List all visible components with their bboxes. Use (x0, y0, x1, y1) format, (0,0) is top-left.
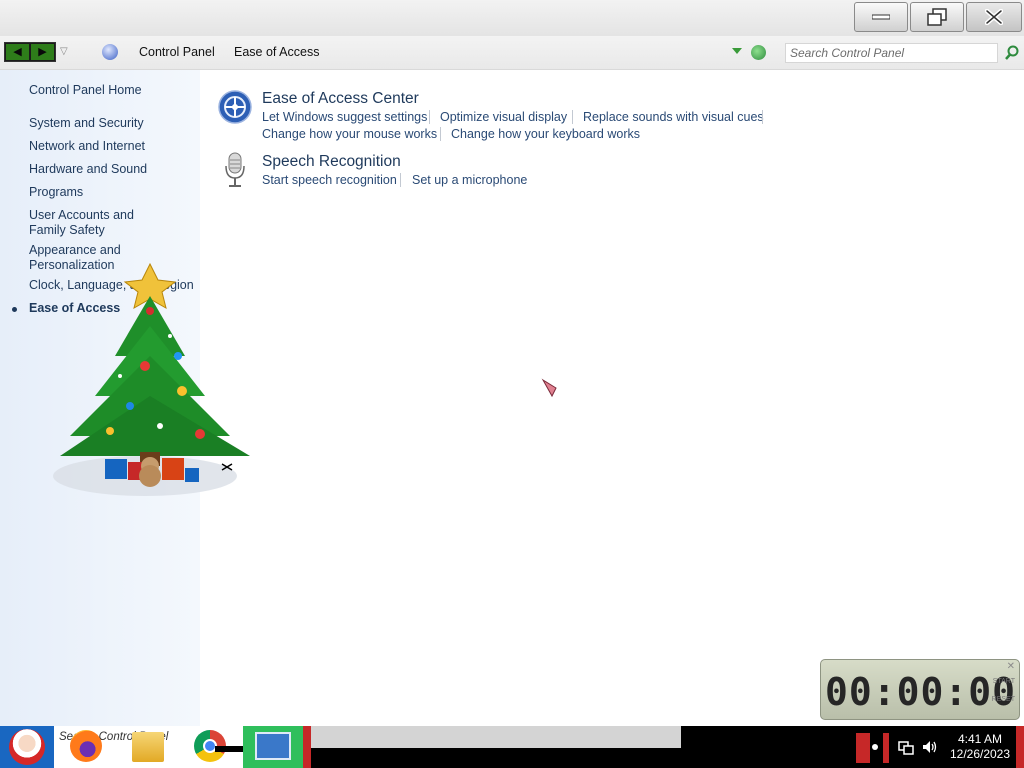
recent-pages-icon[interactable]: ▽ (60, 46, 68, 57)
address-dropdown-icon[interactable] (732, 48, 742, 54)
timer-start-button[interactable]: START (993, 678, 1015, 685)
let-windows-suggest-settings-link[interactable]: Let Windows suggest settings (262, 110, 427, 124)
tray-red-marker-2 (883, 733, 889, 763)
link-separator (440, 127, 441, 141)
sidebar-item-hardware-sound[interactable]: Hardware and Sound (29, 162, 194, 177)
replace-sounds-link[interactable]: Replace sounds with visual cues (583, 110, 764, 124)
sidebar-item-system-security[interactable]: System and Security (29, 116, 194, 131)
tray-dot-icon[interactable] (872, 744, 878, 750)
back-arrow-icon: ◀ (13, 45, 22, 58)
search-icon[interactable] (1004, 45, 1020, 61)
file-explorer-icon[interactable] (132, 732, 164, 762)
network-icon[interactable] (898, 739, 914, 755)
change-mouse-link[interactable]: Change how your mouse works (262, 127, 437, 141)
taskbar-control-panel-button[interactable] (243, 726, 303, 768)
sidebar-item-programs[interactable]: Programs (29, 185, 194, 200)
link-separator (400, 173, 401, 187)
forward-arrow-icon: ▶ (38, 45, 47, 58)
mouse-cursor-icon (541, 378, 557, 398)
control-panel-taskbar-icon (255, 732, 291, 760)
control-panel-home-link[interactable]: Control Panel Home (29, 83, 142, 97)
restore-icon (927, 8, 947, 26)
nav-buttons: ◀ ▶ (4, 42, 56, 62)
optimize-visual-display-link[interactable]: Optimize visual display (440, 110, 567, 124)
minimize-button[interactable] (854, 2, 908, 32)
search-input[interactable] (786, 44, 997, 62)
timer-display: 00:00:00 (825, 670, 1017, 714)
show-desktop-button[interactable] (1016, 726, 1024, 768)
timer-close-icon[interactable]: ✕ (1007, 661, 1015, 672)
close-icon (985, 9, 1003, 25)
search-box[interactable] (785, 43, 998, 63)
close-button[interactable] (966, 2, 1022, 32)
control-panel-icon (102, 44, 118, 60)
taskbar-red-marker (303, 726, 311, 768)
sidebar-item-network-internet[interactable]: Network and Internet (29, 139, 194, 154)
title-bar (0, 0, 1024, 36)
refresh-icon[interactable] (751, 45, 766, 60)
link-separator (429, 110, 430, 124)
link-separator (762, 110, 763, 124)
window-controls (854, 2, 1022, 32)
sidebar-item-user-accounts[interactable]: User Accounts and Family Safety (29, 208, 174, 238)
firefox-icon[interactable] (70, 730, 102, 762)
clock-time[interactable]: 4:41 AM (948, 732, 1012, 746)
breadcrumb-ease-of-access[interactable]: Ease of Access (234, 45, 319, 59)
change-keyboard-link[interactable]: Change how your keyboard works (451, 127, 640, 141)
forward-button[interactable]: ▶ (31, 44, 54, 60)
restore-button[interactable] (910, 2, 964, 32)
ease-of-access-center-title[interactable]: Ease of Access Center (262, 90, 419, 108)
start-speech-recognition-link[interactable]: Start speech recognition (262, 173, 397, 187)
taskbar: Search Control Panel 4:41 AM 12/26/2023 (0, 726, 1024, 768)
clock-date[interactable]: 12/26/2023 (944, 747, 1016, 761)
link-separator (572, 110, 573, 124)
stopwatch-widget: 00:00:00 ✕ START RESET (820, 659, 1020, 720)
volume-icon[interactable] (921, 739, 937, 755)
set-up-microphone-link[interactable]: Set up a microphone (412, 173, 527, 187)
start-button[interactable] (0, 726, 54, 768)
taskbar-gray-area (311, 726, 681, 748)
taskbar-divider (215, 746, 243, 752)
tray-red-marker (856, 733, 870, 763)
active-item-bullet (12, 307, 17, 312)
santa-start-icon (9, 729, 45, 765)
back-button[interactable]: ◀ (6, 44, 29, 60)
minimize-icon (872, 14, 890, 20)
breadcrumb-control-panel[interactable]: Control Panel (139, 45, 215, 59)
ease-of-access-icon (218, 90, 252, 124)
christmas-tree-decoration (53, 262, 250, 496)
microphone-icon (225, 152, 245, 187)
speech-recognition-title[interactable]: Speech Recognition (262, 153, 401, 171)
timer-reset-button[interactable]: RESET (992, 696, 1015, 703)
